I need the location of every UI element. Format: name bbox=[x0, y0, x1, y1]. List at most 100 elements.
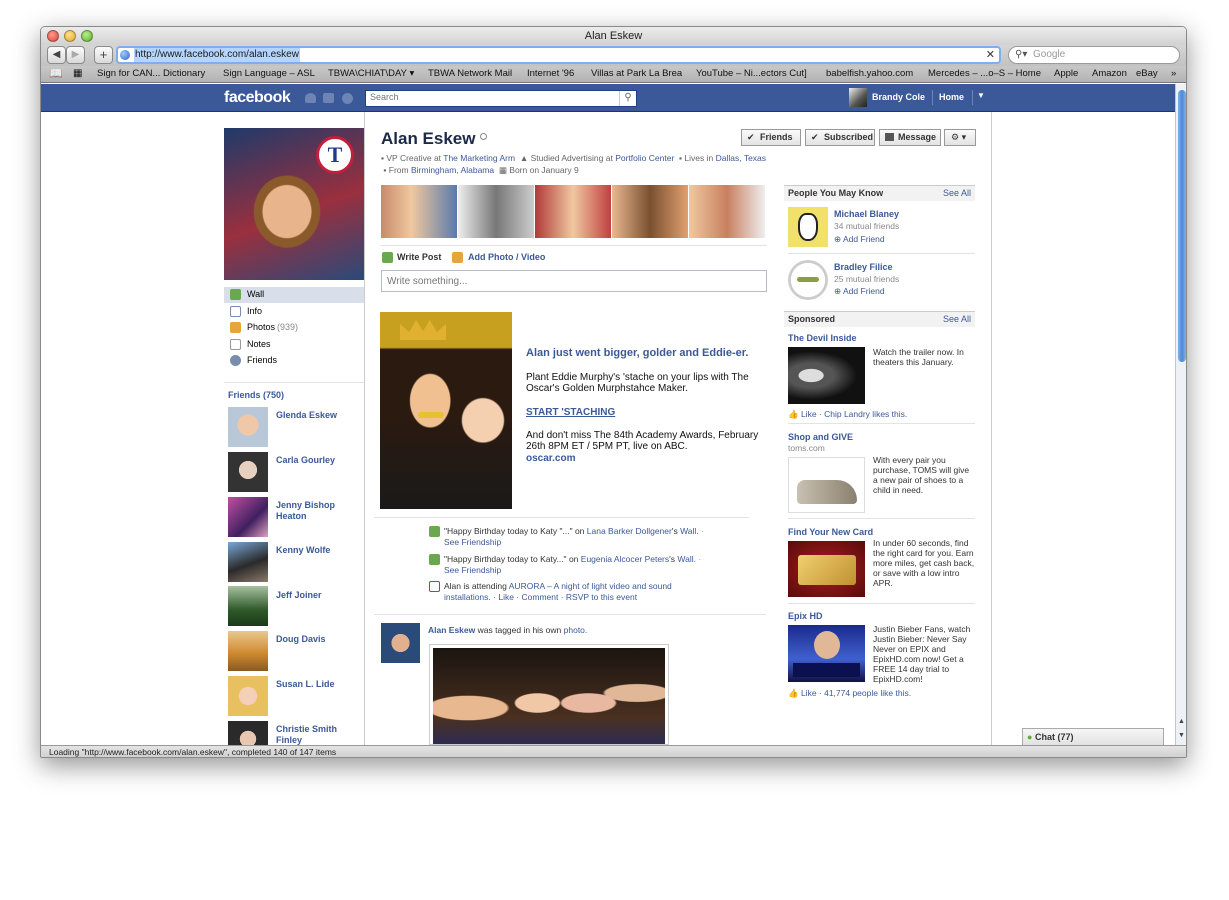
pymk-mutual[interactable]: 25 mutual friends bbox=[834, 274, 899, 284]
ad-title[interactable]: Shop and GIVE bbox=[788, 432, 853, 442]
forward-button[interactable]: ▶ bbox=[66, 46, 85, 64]
photo-strip-item[interactable] bbox=[458, 185, 534, 238]
tagged-photo-frame[interactable] bbox=[429, 644, 669, 745]
bookmark-item[interactable]: Amazon bbox=[1092, 66, 1127, 82]
pymk-see-all-link[interactable]: See All bbox=[943, 186, 971, 201]
ad-title[interactable]: The Devil Inside bbox=[788, 333, 857, 343]
friend-photo[interactable] bbox=[228, 407, 268, 447]
photo-strip-item[interactable] bbox=[612, 185, 688, 238]
account-menu-chevron-icon[interactable]: ▼ bbox=[977, 91, 985, 100]
friend-name[interactable]: Jenny Bishop Heaton bbox=[276, 500, 356, 522]
sponsored-see-all-link[interactable]: See All bbox=[943, 312, 971, 327]
bookmark-item[interactable]: TBWA Network Mail bbox=[428, 66, 512, 82]
oscar-link[interactable]: oscar.com bbox=[526, 453, 575, 464]
bookmark-item[interactable]: Villas at Park La Brea bbox=[591, 66, 682, 82]
notifications-globe-icon[interactable] bbox=[342, 93, 353, 104]
friend-name[interactable]: Glenda Eskew bbox=[276, 410, 356, 421]
work-link[interactable]: The Marketing Arm bbox=[443, 153, 515, 163]
facebook-logo[interactable]: facebook bbox=[224, 89, 291, 107]
message-button[interactable]: Message bbox=[879, 129, 941, 146]
bookmark-item[interactable]: Sign Language – ASL bbox=[223, 66, 315, 82]
zoom-window-icon[interactable] bbox=[81, 30, 93, 42]
post-composer-input[interactable]: Write something... bbox=[381, 270, 767, 292]
scroll-down-arrow-icon[interactable]: ▼ bbox=[1178, 732, 1185, 739]
friend-name[interactable]: Christie Smith Finley bbox=[276, 724, 356, 745]
bookmark-item[interactable]: babelfish.yahoo.com bbox=[826, 66, 913, 82]
subscribed-button[interactable]: ✔ Subscribed bbox=[805, 129, 875, 146]
event-link-continued[interactable]: installations. bbox=[444, 592, 491, 602]
photo-strip-item[interactable] bbox=[535, 185, 611, 238]
browser-search-field[interactable]: ⚲▾ Google bbox=[1008, 46, 1180, 64]
scrollbar-thumb[interactable] bbox=[1178, 90, 1186, 362]
bookmark-item[interactable]: eBay bbox=[1136, 66, 1158, 82]
messages-icon[interactable] bbox=[323, 93, 334, 103]
story-photo-link[interactable]: photo. bbox=[564, 625, 588, 635]
promo-image[interactable] bbox=[380, 312, 512, 509]
add-friend-link[interactable]: ⊕ Add Friend bbox=[834, 234, 885, 245]
photo-strip-item[interactable] bbox=[689, 185, 765, 238]
friend-name[interactable]: Carla Gourley bbox=[276, 455, 356, 466]
vertical-scrollbar[interactable]: ▲ ▼ bbox=[1175, 84, 1186, 745]
close-window-icon[interactable] bbox=[47, 30, 59, 42]
friend-photo[interactable] bbox=[228, 542, 268, 582]
ad-image[interactable] bbox=[788, 347, 865, 404]
friends-button[interactable]: ✔ Friends bbox=[741, 129, 801, 146]
bookmark-item[interactable]: Apple bbox=[1054, 66, 1078, 82]
friend-name[interactable]: Jeff Joiner bbox=[276, 590, 356, 601]
ad-like-link[interactable]: 👍 Like · 41,774 people like this. bbox=[788, 688, 911, 699]
friend-photo[interactable] bbox=[228, 721, 268, 745]
user-avatar[interactable] bbox=[849, 88, 867, 107]
pymk-photo[interactable] bbox=[788, 260, 828, 300]
friend-photo[interactable] bbox=[228, 497, 268, 537]
promo-headline[interactable]: Alan just went bigger, golder and Eddie-… bbox=[526, 348, 761, 359]
friends-section-header[interactable]: Friends (750) bbox=[228, 390, 284, 400]
start-staching-link[interactable]: START 'STACHING bbox=[526, 407, 615, 418]
clear-url-icon[interactable]: ✕ bbox=[986, 48, 995, 62]
friend-photo[interactable] bbox=[228, 676, 268, 716]
pymk-photo[interactable] bbox=[788, 207, 828, 247]
friend-photo[interactable] bbox=[228, 452, 268, 492]
friend-name[interactable]: Doug Davis bbox=[276, 634, 356, 645]
event-actions[interactable]: · Like · Comment · RSVP to this event bbox=[493, 592, 637, 602]
bookmark-item[interactable]: TBWA\CHIAT\DAY ▾ bbox=[328, 66, 414, 82]
write-post-tab[interactable]: Write Post bbox=[397, 252, 441, 262]
ad-title[interactable]: Find Your New Card bbox=[788, 527, 873, 537]
bookmarks-overflow-chevron[interactable]: » bbox=[1171, 66, 1176, 82]
facebook-search-input[interactable]: Search ⚲ bbox=[365, 90, 637, 107]
add-bookmark-button[interactable]: + bbox=[94, 46, 113, 64]
address-bar[interactable]: http://www.facebook.com/alan.eskew ✕ bbox=[116, 46, 1001, 64]
add-photo-tab[interactable]: Add Photo / Video bbox=[468, 252, 545, 262]
activity-link[interactable]: Lana Barker Dollgener bbox=[587, 526, 672, 536]
open-book-icon[interactable]: 📖 bbox=[49, 66, 63, 82]
add-friend-link[interactable]: ⊕ Add Friend bbox=[834, 286, 885, 297]
bookmark-item[interactable]: Mercedes – ...o–S – Home bbox=[928, 66, 1041, 82]
wall-link[interactable]: Wall. bbox=[680, 526, 699, 536]
home-link[interactable]: Home bbox=[939, 92, 964, 102]
top-sites-grid-icon[interactable]: ▦ bbox=[73, 66, 83, 82]
story-author-link[interactable]: Alan Eskew bbox=[428, 625, 475, 635]
pymk-name[interactable]: Michael Blaney bbox=[834, 209, 899, 219]
pymk-mutual[interactable]: 34 mutual friends bbox=[834, 221, 899, 231]
friend-photo[interactable] bbox=[228, 586, 268, 626]
photo-strip-item[interactable] bbox=[381, 185, 457, 238]
friend-name[interactable]: Kenny Wolfe bbox=[276, 545, 356, 556]
ad-image[interactable] bbox=[788, 625, 865, 682]
bookmark-item[interactable]: YouTube – Ni...ectors Cut] bbox=[696, 66, 807, 82]
see-friendship-link[interactable]: See Friendship bbox=[444, 537, 501, 547]
pymk-name[interactable]: Bradley Filice bbox=[834, 262, 893, 272]
friend-name[interactable]: Susan L. Lide bbox=[276, 679, 356, 690]
ad-like-link[interactable]: 👍 Like · Chip Landry likes this. bbox=[788, 409, 907, 420]
current-city-link[interactable]: Dallas, Texas bbox=[716, 153, 766, 163]
see-friendship-link[interactable]: See Friendship bbox=[444, 565, 501, 575]
hometown-link[interactable]: Birmingham, Alabama bbox=[411, 165, 494, 175]
bookmark-item[interactable]: Internet '96 bbox=[527, 66, 574, 82]
friend-photo[interactable] bbox=[228, 631, 268, 671]
story-author-avatar[interactable] bbox=[381, 623, 420, 663]
settings-gear-button[interactable]: ⚙ ▾ bbox=[944, 129, 976, 146]
search-icon[interactable]: ⚲ bbox=[619, 91, 636, 106]
chat-tab[interactable]: ● Chat (77) bbox=[1022, 728, 1164, 745]
scroll-up-arrow-icon[interactable]: ▲ bbox=[1178, 718, 1185, 725]
back-button[interactable]: ◀ bbox=[47, 46, 66, 64]
wall-link[interactable]: Wall. bbox=[677, 554, 696, 564]
bookmark-item[interactable]: Sign for CAN... Dictionary bbox=[97, 66, 205, 82]
